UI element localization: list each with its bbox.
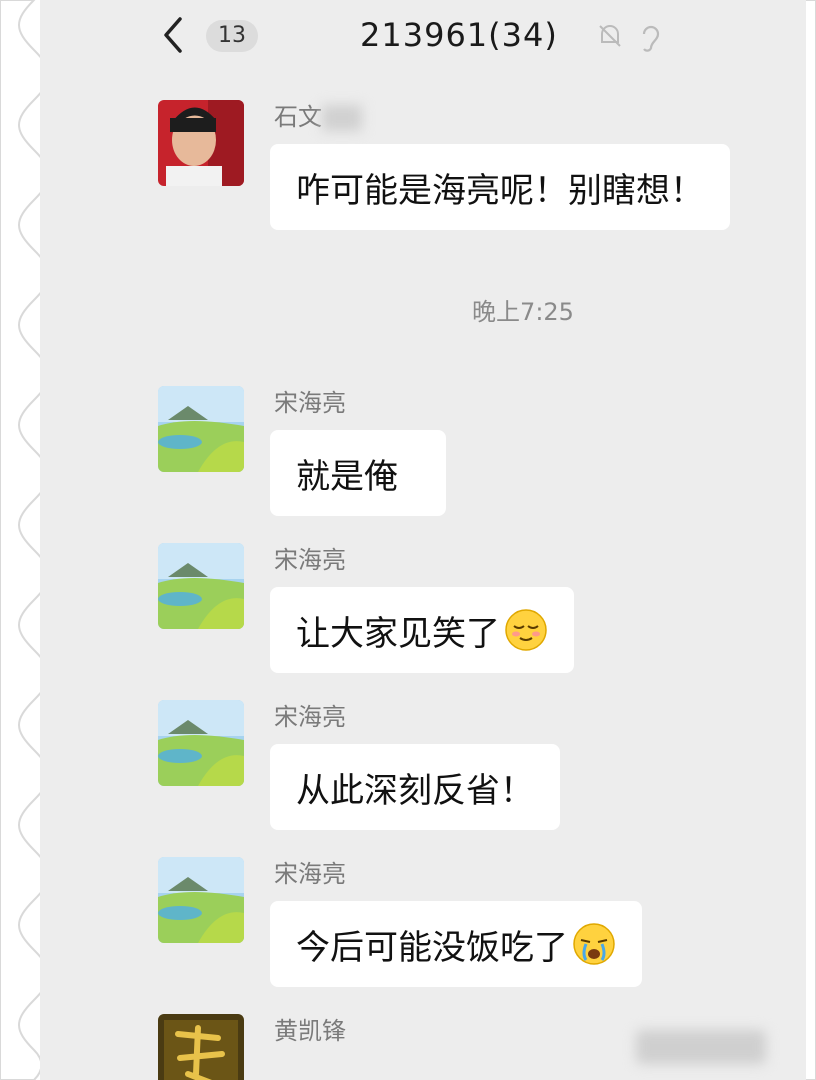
landscape-avatar [158, 543, 244, 629]
landscape-avatar [158, 857, 244, 943]
sender-name: 宋海亮 [274, 389, 346, 417]
message-bubble[interactable]: 从此深刻反省！ [270, 744, 560, 830]
chat-header: 13 213961(34) [40, 0, 806, 76]
sender-name: 宋海亮 [274, 860, 346, 888]
sender-name: 黄凯锋 [274, 1017, 346, 1045]
avatar[interactable] [158, 543, 244, 629]
message-text: 就是俺 [296, 456, 398, 497]
avatar[interactable] [158, 386, 244, 472]
message-bubble[interactable]: 咋可能是海亮呢！别瞎想！ [270, 144, 730, 230]
message-text: 今后可能没饭吃了 [296, 927, 568, 968]
avatar[interactable] [158, 700, 244, 786]
gold-calligraphy-avatar [158, 1014, 244, 1080]
watermark [636, 1030, 766, 1064]
message-bubble[interactable]: 让大家见笑了 [270, 587, 574, 673]
ear-icon[interactable] [638, 20, 664, 54]
group-title: 213961(34) [360, 16, 558, 54]
sender-name: 石文 [274, 100, 362, 134]
sender-name: 宋海亮 [274, 546, 346, 574]
message-text: 让大家见笑了 [296, 613, 500, 654]
crying-emoji-icon [573, 923, 615, 965]
avatar[interactable] [158, 1014, 244, 1080]
relieved-emoji-icon [505, 609, 547, 651]
back-arrow-icon [164, 17, 182, 53]
landscape-avatar [158, 386, 244, 472]
message-text: 咋可能是海亮呢！别瞎想！ [296, 170, 704, 211]
child-photo-avatar [158, 100, 244, 186]
message-bubble[interactable]: 今后可能没饭吃了 [270, 901, 642, 987]
back-button[interactable] [160, 12, 200, 58]
landscape-avatar [158, 700, 244, 786]
avatar[interactable] [158, 857, 244, 943]
message-bubble[interactable]: 就是俺 [270, 430, 446, 516]
chat-window: 13 213961(34) 石文 咋可能是海亮呢！别瞎想！ 晚上7:25 宋海亮… [40, 0, 806, 1080]
message-text: 从此深刻反省！ [296, 770, 534, 811]
timestamp: 晚上7:25 [472, 298, 574, 326]
avatar[interactable] [158, 100, 244, 186]
mute-bell-icon [599, 25, 621, 47]
sender-name: 宋海亮 [274, 703, 346, 731]
unread-count-badge[interactable]: 13 [206, 20, 258, 52]
